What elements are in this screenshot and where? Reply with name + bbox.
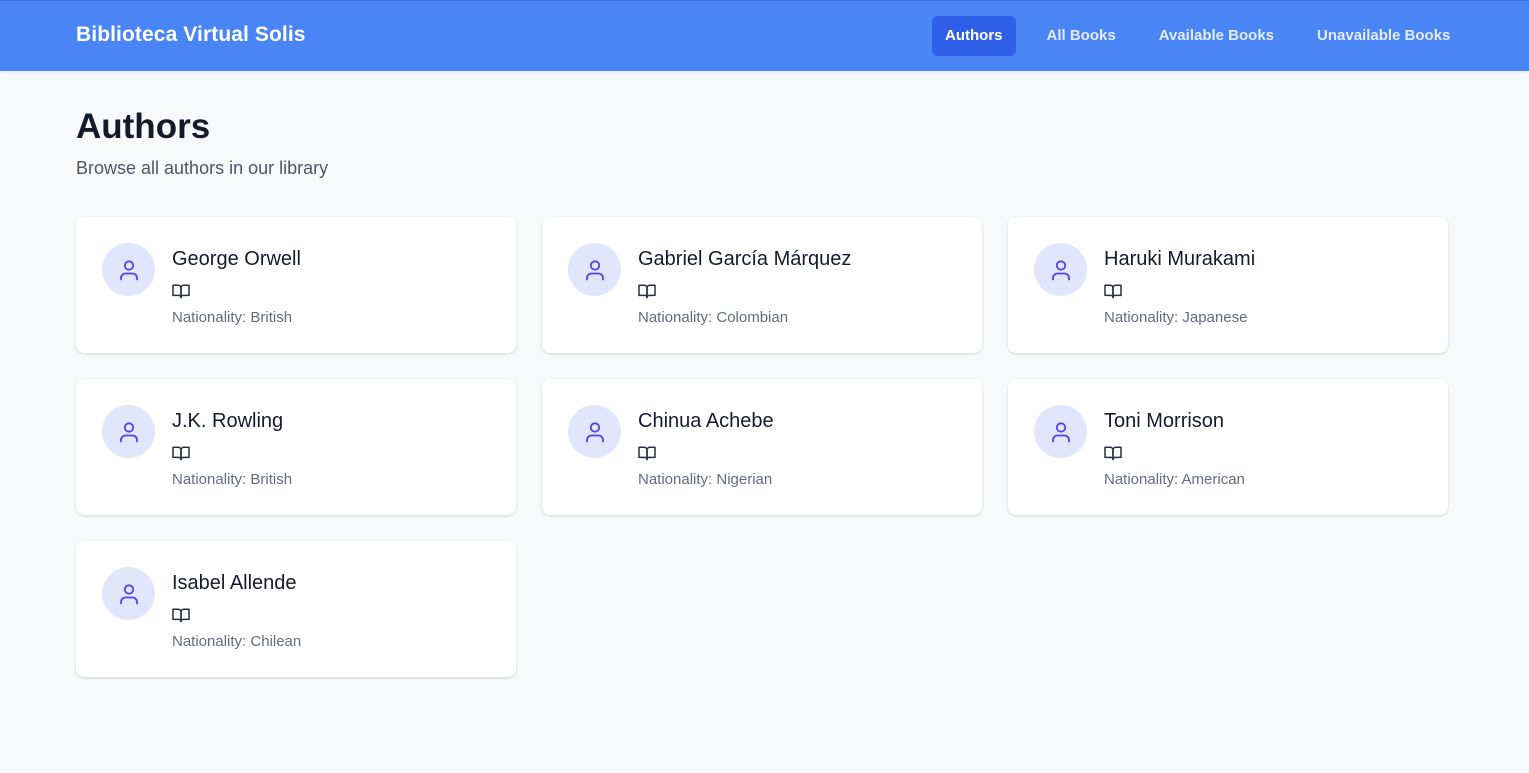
author-card[interactable]: Gabriel García Márquez Nationality: Colo… xyxy=(542,217,982,353)
author-nationality: Nationality: Nigerian xyxy=(638,471,773,488)
page-title: Authors xyxy=(76,107,211,146)
user-icon xyxy=(585,259,604,280)
user-icon xyxy=(1051,421,1070,442)
author-name: J.K. Rowling xyxy=(172,410,284,432)
user-icon xyxy=(119,421,138,442)
author-name: Toni Morrison xyxy=(1104,410,1225,432)
nav-all-books[interactable]: All Books xyxy=(1034,16,1129,56)
author-nationality: Nationality: Colombian xyxy=(638,309,789,326)
nav-unavailable-books[interactable]: Unavailable Books xyxy=(1304,16,1463,56)
author-card[interactable]: Toni Morrison Nationality: American xyxy=(1008,379,1448,515)
book-open-icon xyxy=(172,608,190,623)
book-open-icon xyxy=(638,446,656,461)
user-icon xyxy=(1051,259,1070,280)
book-open-icon xyxy=(638,284,656,299)
author-avatar xyxy=(102,243,155,296)
author-name: George Orwell xyxy=(172,248,301,270)
authors-grid: George Orwell Nationality: British Gabri… xyxy=(76,217,1448,677)
user-icon xyxy=(119,259,138,280)
nav-available-books[interactable]: Available Books xyxy=(1146,16,1287,56)
author-card[interactable]: George Orwell Nationality: British xyxy=(76,217,516,353)
author-avatar xyxy=(568,243,621,296)
author-nationality: Nationality: American xyxy=(1104,471,1245,488)
author-name: Gabriel García Márquez xyxy=(638,248,852,270)
author-nationality: Nationality: Chilean xyxy=(172,633,302,650)
author-nationality: Nationality: British xyxy=(172,471,293,488)
user-icon xyxy=(119,583,138,604)
author-nationality: Nationality: Japanese xyxy=(1104,309,1248,326)
book-open-icon xyxy=(1104,446,1122,461)
author-card[interactable]: Haruki Murakami Nationality: Japanese xyxy=(1008,217,1448,353)
author-avatar xyxy=(1034,243,1087,296)
main-nav: Authors All Books Available Books Unavai… xyxy=(932,16,1480,56)
author-name: Haruki Murakami xyxy=(1104,248,1256,270)
author-card[interactable]: Isabel Allende Nationality: Chilean xyxy=(76,541,516,677)
author-avatar xyxy=(102,405,155,458)
author-avatar xyxy=(568,405,621,458)
author-avatar xyxy=(102,567,155,620)
book-open-icon xyxy=(172,446,190,461)
book-open-icon xyxy=(172,284,190,299)
author-card[interactable]: Chinua Achebe Nationality: Nigerian xyxy=(542,379,982,515)
page-subtitle: Browse all authors in our library xyxy=(76,158,329,178)
brand-title[interactable]: Biblioteca Virtual Solis xyxy=(76,23,306,47)
author-name: Chinua Achebe xyxy=(638,410,774,432)
author-avatar xyxy=(1034,405,1087,458)
book-open-icon xyxy=(1104,284,1122,299)
author-card[interactable]: J.K. Rowling Nationality: British xyxy=(76,379,516,515)
author-nationality: Nationality: British xyxy=(172,309,293,326)
nav-authors[interactable]: Authors xyxy=(932,16,1016,56)
user-icon xyxy=(585,421,604,442)
top-navbar: Biblioteca Virtual Solis Authors All Boo… xyxy=(0,0,1529,71)
author-name: Isabel Allende xyxy=(172,572,297,594)
